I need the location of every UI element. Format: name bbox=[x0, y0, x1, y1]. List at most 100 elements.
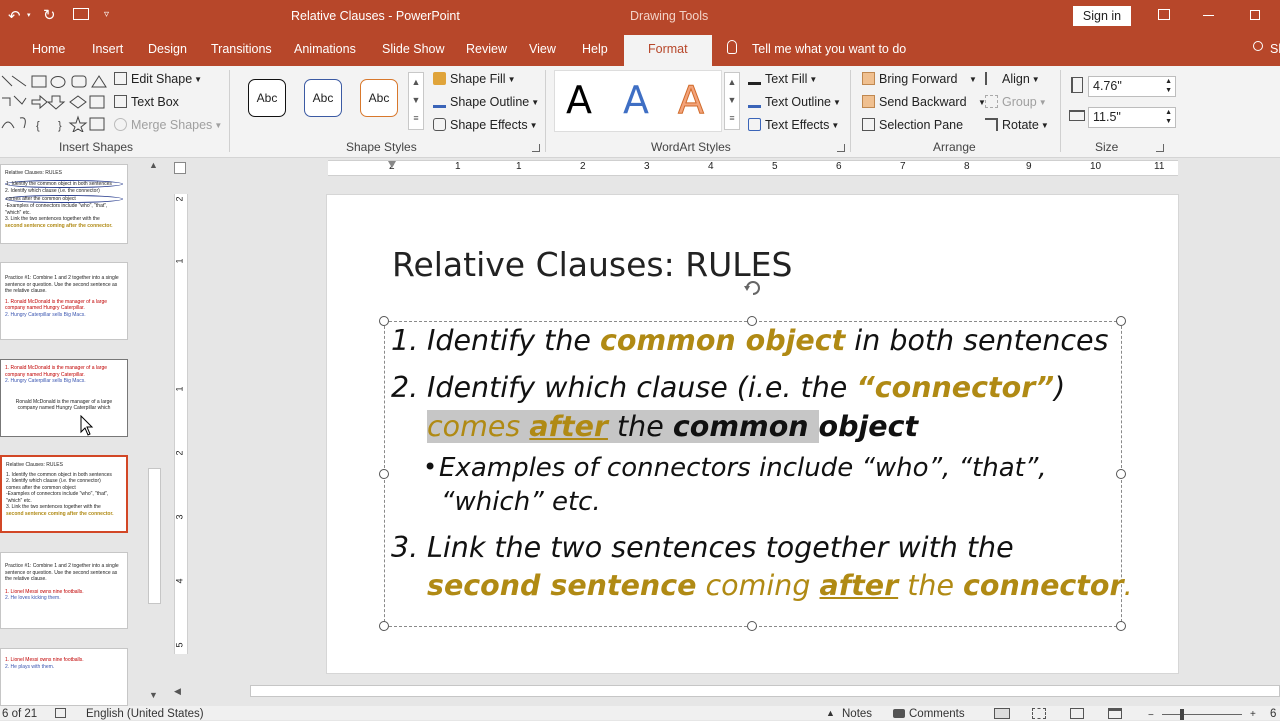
tab-help[interactable]: Help bbox=[582, 42, 608, 56]
scroll-down-icon[interactable]: ▼ bbox=[149, 690, 158, 700]
resize-handle[interactable] bbox=[379, 316, 389, 326]
shape-style-black[interactable]: Abc bbox=[248, 79, 286, 117]
horizontal-scrollbar[interactable]: ◀ bbox=[170, 684, 1280, 699]
spinner-icon[interactable]: ▲ ▼ bbox=[1165, 77, 1172, 95]
share-button[interactable]: Sh bbox=[1270, 42, 1280, 56]
scroll-up-icon[interactable]: ▲ bbox=[149, 160, 158, 170]
scrollbar-thumb[interactable] bbox=[250, 685, 1280, 697]
tab-slide-show[interactable]: Slide Show bbox=[382, 42, 445, 56]
slide-show-icon[interactable] bbox=[1108, 708, 1122, 719]
redo-icon[interactable]: ↻ bbox=[43, 6, 56, 24]
slide-thumbnail-selected[interactable]: Relative Clauses: RULES 1. Identify the … bbox=[0, 455, 128, 533]
wordart-style-orange[interactable]: A bbox=[678, 78, 705, 123]
start-from-beginning-icon[interactable] bbox=[73, 8, 89, 20]
scroll-down-icon[interactable]: ▼ bbox=[409, 91, 423, 109]
rule-3-text[interactable]: Link the two sentences together with the bbox=[427, 531, 1014, 564]
slide-title[interactable]: Relative Clauses: RULES bbox=[392, 245, 792, 284]
horizontal-ruler[interactable]: 2 1 1 2 3 4 5 6 7 8 9 10 11 bbox=[328, 160, 1178, 176]
rotate-button[interactable]: Rotate ▼ bbox=[985, 118, 1049, 132]
merge-shapes-button[interactable]: Merge Shapes ▼ bbox=[114, 118, 222, 132]
slide-thumbnail[interactable]: Relative Clauses: RULES 1. Identify the … bbox=[0, 164, 128, 244]
restore-icon[interactable] bbox=[1250, 10, 1260, 20]
zoom-slider-thumb[interactable] bbox=[1180, 709, 1184, 720]
resize-handle[interactable] bbox=[379, 621, 389, 631]
notes-icon[interactable]: ▲ bbox=[826, 708, 835, 718]
more-icon[interactable]: ≡ bbox=[725, 109, 739, 127]
align-button[interactable]: Align ▼ bbox=[985, 72, 1040, 86]
sign-in-button[interactable]: Sign in bbox=[1073, 6, 1131, 26]
share-icon[interactable] bbox=[1253, 41, 1263, 51]
language-indicator[interactable]: English (United States) bbox=[86, 708, 204, 720]
minimize-icon[interactable] bbox=[1203, 15, 1214, 16]
tab-transitions[interactable]: Transitions bbox=[211, 42, 272, 56]
dialog-launcher-icon[interactable] bbox=[837, 144, 845, 152]
slide-thumbnail[interactable]: Practice #1: Combine 1 and 2 together in… bbox=[0, 552, 128, 629]
notes-button[interactable]: Notes bbox=[842, 708, 872, 720]
shape-width-input[interactable]: 11.5" ▲ ▼ bbox=[1088, 107, 1176, 128]
shape-style-orange[interactable]: Abc bbox=[360, 79, 398, 117]
wordart-scroll[interactable]: ▲ ▼ ≡ bbox=[724, 72, 740, 130]
scroll-up-icon[interactable]: ▲ bbox=[409, 73, 423, 91]
scroll-down-icon[interactable]: ▼ bbox=[725, 91, 739, 109]
slide-thumbnail[interactable]: 1. Lionel Messi owns nine footballs. 2. … bbox=[0, 648, 128, 706]
customize-qat-icon[interactable]: ▿ bbox=[104, 9, 109, 20]
vertical-ruler[interactable]: 2 1 1 2 3 4 5 bbox=[174, 194, 188, 654]
rule-1-text[interactable]: Identify the common object in both sente… bbox=[427, 324, 1108, 357]
undo-dropdown-icon[interactable]: ▾ bbox=[27, 11, 31, 19]
zoom-out-icon[interactable]: − bbox=[1148, 710, 1154, 721]
slide-thumbnail[interactable]: Practice #1: Combine 1 and 2 together in… bbox=[0, 262, 128, 340]
first-line-indent-marker[interactable] bbox=[388, 161, 396, 168]
send-backward-button[interactable]: Send Backward ▼ bbox=[862, 95, 986, 109]
spell-check-icon[interactable] bbox=[55, 708, 66, 718]
tab-home[interactable]: Home bbox=[32, 42, 65, 56]
tab-view[interactable]: View bbox=[529, 42, 556, 56]
resize-handle[interactable] bbox=[379, 469, 389, 479]
selection-pane-button[interactable]: Selection Pane bbox=[862, 118, 963, 132]
tab-selector-icon[interactable] bbox=[174, 162, 186, 174]
wordart-style-black[interactable]: A bbox=[566, 78, 592, 122]
text-effects-button[interactable]: Text Effects ▼ bbox=[748, 118, 839, 132]
comments-button[interactable]: Comments bbox=[909, 708, 965, 720]
shape-styles-scroll[interactable]: ▲ ▼ ≡ bbox=[408, 72, 424, 130]
rule-2-continuation[interactable]: comes after the common object bbox=[427, 410, 918, 443]
shape-outline-button[interactable]: Shape Outline ▼ bbox=[433, 95, 539, 109]
shape-height-input[interactable]: 4.76" ▲ ▼ bbox=[1088, 76, 1176, 97]
scrollbar-thumb[interactable] bbox=[148, 468, 161, 604]
scroll-left-icon[interactable]: ◀ bbox=[174, 686, 181, 697]
dialog-launcher-icon[interactable] bbox=[532, 144, 540, 152]
slide-sorter-icon[interactable] bbox=[1032, 708, 1046, 719]
rule-2-text[interactable]: Identify which clause (i.e. the “connect… bbox=[427, 371, 1065, 404]
zoom-in-icon[interactable]: + bbox=[1250, 709, 1256, 720]
normal-view-icon[interactable] bbox=[994, 708, 1010, 719]
more-icon[interactable]: ≡ bbox=[409, 109, 423, 127]
tell-me-search[interactable]: Tell me what you want to do bbox=[752, 42, 906, 56]
text-outline-button[interactable]: Text Outline ▼ bbox=[748, 95, 841, 109]
group-button[interactable]: Group ▼ bbox=[985, 95, 1047, 109]
examples-line-2[interactable]: “which” etc. bbox=[441, 487, 601, 517]
comments-icon[interactable] bbox=[893, 709, 905, 718]
resize-handle[interactable] bbox=[1116, 316, 1126, 326]
zoom-slider[interactable] bbox=[1162, 714, 1242, 715]
text-box-button[interactable]: Text Box bbox=[114, 95, 179, 109]
resize-handle[interactable] bbox=[1116, 469, 1126, 479]
reading-view-icon[interactable] bbox=[1070, 708, 1084, 719]
tab-design[interactable]: Design bbox=[148, 42, 187, 56]
undo-icon[interactable]: ↶ bbox=[8, 7, 21, 25]
rotate-handle-icon[interactable] bbox=[742, 278, 764, 298]
text-fill-button[interactable]: Text Fill ▼ bbox=[748, 72, 817, 86]
shapes-gallery[interactable]: { } bbox=[0, 72, 108, 134]
shape-fill-button[interactable]: Shape Fill ▼ bbox=[433, 72, 516, 86]
tab-review[interactable]: Review bbox=[466, 42, 507, 56]
examples-line-1[interactable]: Examples of connectors include “who”, “t… bbox=[439, 453, 1047, 483]
bring-forward-button[interactable]: Bring Forward ▼ bbox=[862, 72, 977, 86]
spinner-icon[interactable]: ▲ ▼ bbox=[1165, 108, 1172, 126]
thumbnail-scrollbar[interactable]: ▲ ▼ bbox=[147, 158, 163, 706]
shape-effects-button[interactable]: Shape Effects ▼ bbox=[433, 118, 538, 132]
wordart-style-blue[interactable]: A bbox=[623, 78, 649, 122]
ribbon-display-options-icon[interactable] bbox=[1158, 9, 1170, 20]
tab-animations[interactable]: Animations bbox=[294, 42, 356, 56]
slide-thumbnail[interactable]: 1. Ronald McDonald is the manager of a l… bbox=[0, 359, 128, 437]
shape-style-blue[interactable]: Abc bbox=[304, 79, 342, 117]
scroll-up-icon[interactable]: ▲ bbox=[725, 73, 739, 91]
edit-shape-button[interactable]: Edit Shape ▼ bbox=[114, 72, 202, 86]
